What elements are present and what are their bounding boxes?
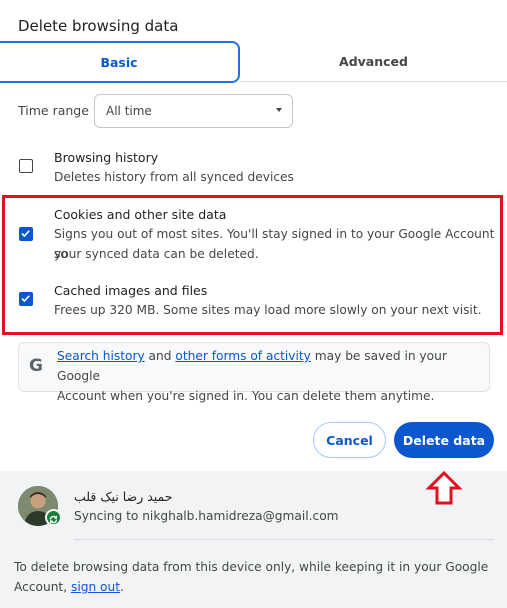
cache-title: Cached images and files xyxy=(54,283,208,298)
browsing-history-description: Deletes history from all synced devices xyxy=(54,170,294,184)
tab-bar: Basic Advanced xyxy=(0,41,507,83)
tab-divider xyxy=(240,81,507,82)
cookies-description-line2: your synced data can be deleted. xyxy=(54,247,259,261)
google-g-icon: G xyxy=(29,356,43,376)
browsing-history-title: Browsing history xyxy=(54,150,159,165)
footer-text: To delete browsing data from this device… xyxy=(14,557,494,597)
footer-divider xyxy=(74,539,494,540)
browsing-history-checkbox[interactable] xyxy=(19,159,33,173)
cookies-checkbox[interactable] xyxy=(19,227,33,241)
dropdown-caret-icon xyxy=(276,108,282,112)
red-arrow-icon xyxy=(425,470,463,505)
footer-line1: To delete browsing data from this device… xyxy=(14,560,489,574)
delete-data-button[interactable]: Delete data xyxy=(394,422,494,458)
sync-badge-icon xyxy=(45,509,62,526)
dialog-title: Delete browsing data xyxy=(18,17,179,35)
account-name: حمید رضا نیک قلب xyxy=(74,489,173,504)
activity-info-box: G Search history and other forms of acti… xyxy=(18,342,490,403)
sync-icon xyxy=(49,515,58,524)
tab-advanced[interactable]: Advanced xyxy=(240,41,507,81)
search-history-link[interactable]: Search history xyxy=(57,349,145,363)
checkmark-icon xyxy=(21,295,30,303)
tab-basic[interactable]: Basic xyxy=(0,41,240,83)
time-range-label: Time range xyxy=(18,103,89,118)
sign-out-link[interactable]: sign out xyxy=(71,580,120,594)
footer-line2-prefix: Account, xyxy=(14,580,71,594)
cookies-title: Cookies and other site data xyxy=(54,207,227,222)
cache-checkbox[interactable] xyxy=(19,292,33,306)
footer-line2-suffix: . xyxy=(120,580,124,594)
activity-info-text: Search history and other forms of activi… xyxy=(57,346,482,406)
checkmark-icon xyxy=(21,230,30,238)
info-text-line2: Account when you're signed in. You can d… xyxy=(57,389,435,403)
other-activity-link[interactable]: other forms of activity xyxy=(175,349,311,363)
cancel-button[interactable]: Cancel xyxy=(313,422,386,458)
info-text-connector: and xyxy=(144,349,176,363)
cache-description: Frees up 320 MB. Some sites may load mor… xyxy=(54,303,482,317)
time-range-select[interactable]: All time xyxy=(94,94,293,128)
time-range-value: All time xyxy=(106,104,152,118)
sync-email: Syncing to nikghalb.hamidreza@gmail.com xyxy=(74,509,339,523)
